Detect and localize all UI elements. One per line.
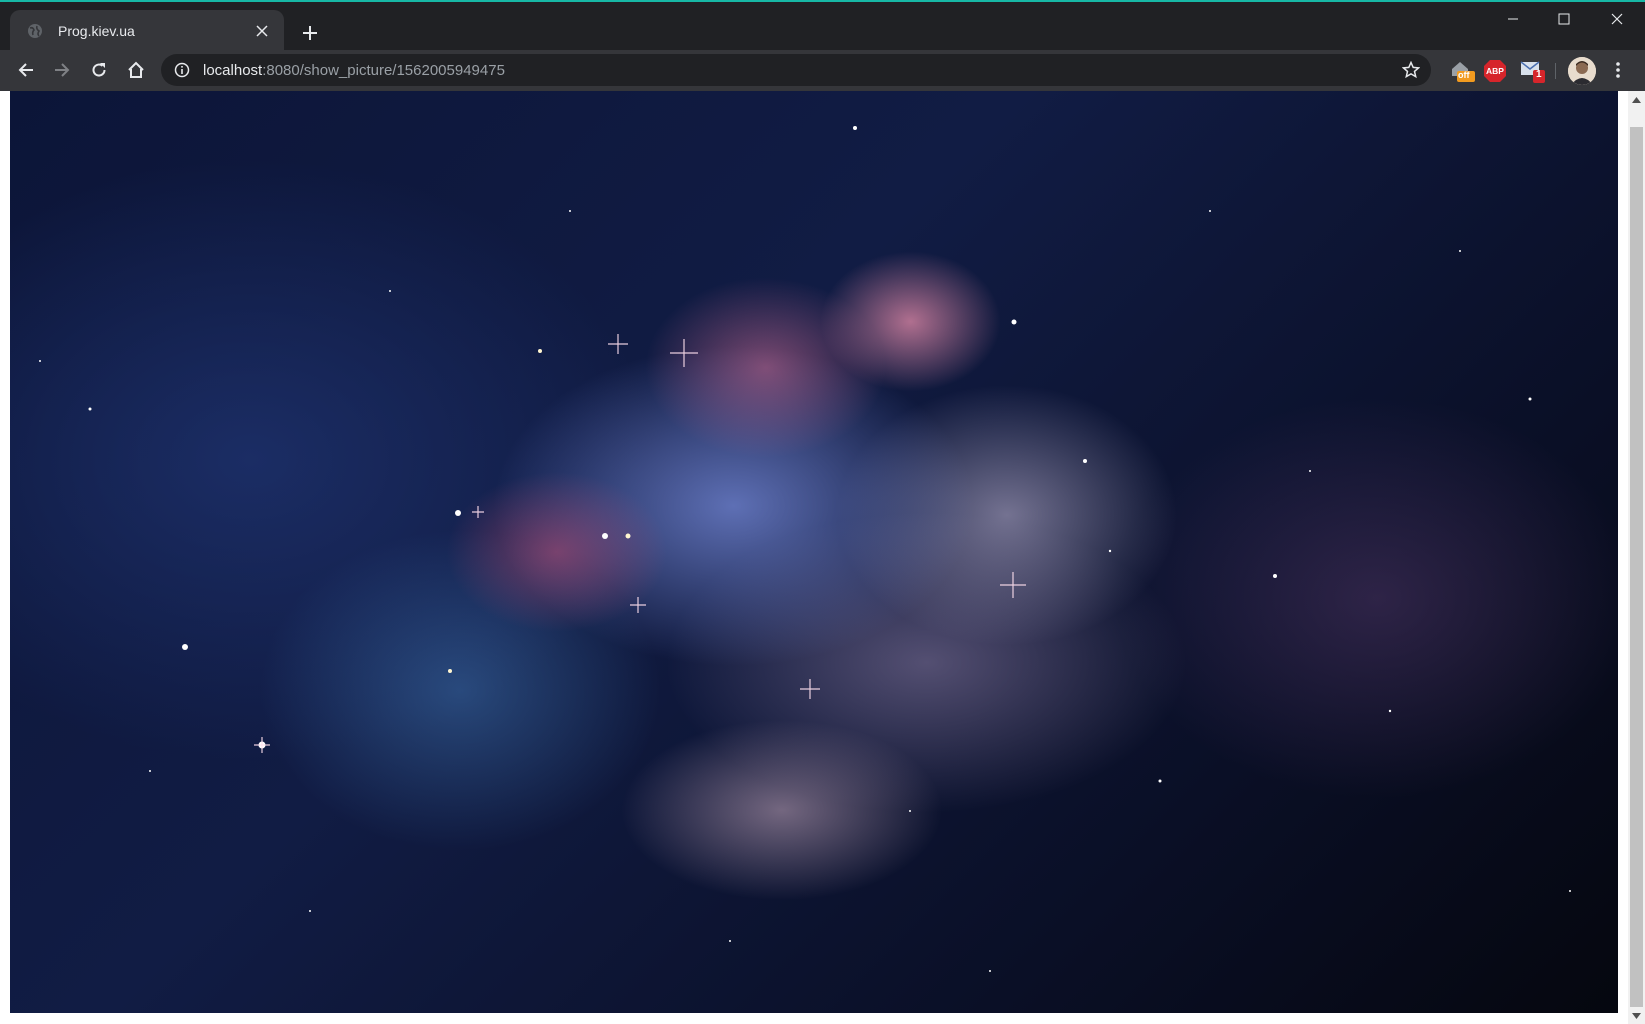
menu-icon[interactable] <box>1602 54 1634 86</box>
maximize-button[interactable] <box>1541 4 1587 34</box>
browser-toolbar: localhost:8080/show_picture/156200594947… <box>0 50 1645 91</box>
tab-title: Prog.kiev.ua <box>58 23 135 39</box>
scroll-down-arrow-icon[interactable] <box>1628 1007 1645 1024</box>
browser-tab[interactable]: Prog.kiev.ua <box>10 10 284 52</box>
vertical-scrollbar[interactable] <box>1628 91 1645 1024</box>
close-window-button[interactable] <box>1594 4 1640 34</box>
info-icon[interactable] <box>173 61 191 79</box>
url-text[interactable]: localhost:8080/show_picture/156200594947… <box>203 62 505 79</box>
scrollbar-thumb[interactable] <box>1630 127 1643 1007</box>
toolbar-separator <box>1555 63 1556 79</box>
url-path: :8080/show_picture/1562005949475 <box>262 61 505 79</box>
reload-button[interactable] <box>83 54 115 86</box>
home-off-extension-icon[interactable]: off <box>1449 58 1475 84</box>
home-off-badge: off <box>1458 70 1470 80</box>
page-content <box>0 91 1645 1024</box>
avatar[interactable] <box>1568 57 1596 85</box>
back-button[interactable] <box>10 54 42 86</box>
address-bar[interactable]: localhost:8080/show_picture/156200594947… <box>161 54 1431 86</box>
mail-extension-icon[interactable]: 1 <box>1520 58 1546 84</box>
nebula-image <box>10 91 1618 1013</box>
globe-icon <box>26 22 44 40</box>
close-tab-icon[interactable] <box>252 21 272 41</box>
title-bar: Prog.kiev.ua <box>0 0 1645 52</box>
forward-button[interactable] <box>46 54 78 86</box>
scroll-up-arrow-icon[interactable] <box>1628 91 1645 108</box>
minimize-button[interactable] <box>1490 4 1536 34</box>
bookmark-star-icon[interactable] <box>1399 58 1423 82</box>
new-tab-button[interactable] <box>296 19 324 47</box>
url-host: localhost <box>203 61 263 79</box>
home-button[interactable] <box>120 54 152 86</box>
star-field <box>39 126 1571 972</box>
adblock-label: ABP <box>1486 66 1504 76</box>
mail-badge: 1 <box>1536 69 1542 80</box>
adblock-extension-icon[interactable]: ABP <box>1482 58 1508 84</box>
